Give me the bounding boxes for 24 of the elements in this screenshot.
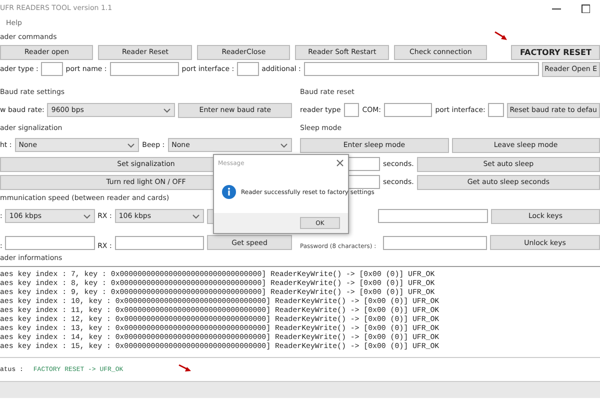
- input-field[interactable]: [344, 103, 360, 117]
- input-field[interactable]: [110, 62, 179, 76]
- input-field[interactable]: [488, 103, 504, 117]
- chevron-icon: [163, 107, 172, 113]
- close-icon: [336, 159, 344, 167]
- input-field[interactable]: [41, 62, 63, 76]
- chevron-icon: [192, 213, 200, 219]
- input-field[interactable]: [304, 62, 539, 76]
- input-field[interactable]: [384, 103, 432, 117]
- arrow-icon: [494, 31, 508, 41]
- input-field[interactable]: [5, 236, 95, 250]
- info-icon: [222, 185, 236, 199]
- chevron-icon: [280, 142, 288, 148]
- input-field[interactable]: [346, 175, 380, 189]
- maximize-icon: [581, 4, 590, 12]
- chevron-icon: [82, 213, 91, 219]
- input-field[interactable]: [383, 236, 487, 250]
- input-field[interactable]: [378, 209, 488, 223]
- arrow-icon: [178, 364, 192, 373]
- button[interactable]: FACTORY RESET: [511, 44, 600, 60]
- input-field[interactable]: [114, 236, 204, 250]
- chevron-icon: [127, 142, 136, 148]
- input-field[interactable]: [237, 62, 259, 76]
- input-field[interactable]: [346, 157, 380, 171]
